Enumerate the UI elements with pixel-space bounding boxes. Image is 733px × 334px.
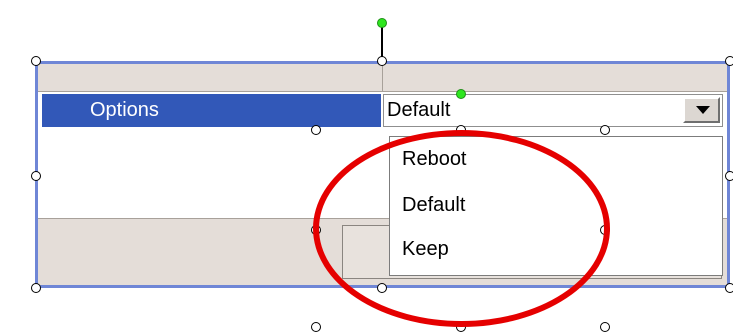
inner-handle-bottom-left[interactable] <box>311 322 321 332</box>
rotation-handle[interactable] <box>377 18 387 28</box>
grid-header-divider <box>382 64 383 92</box>
inner-handle-bottom-right[interactable] <box>600 322 610 332</box>
inner-handle-top-left[interactable] <box>311 125 321 135</box>
resize-handle-right[interactable] <box>725 171 733 181</box>
options-value-combobox[interactable]: Default <box>383 94 723 127</box>
resize-handle-bottom-right[interactable] <box>725 283 733 293</box>
resize-handle-left[interactable] <box>31 171 41 181</box>
resize-handle-top[interactable] <box>377 56 387 66</box>
resize-handle-top-right[interactable] <box>725 56 733 66</box>
resize-handle-top-left[interactable] <box>31 56 41 66</box>
combobox-selected-value: Default <box>387 99 451 121</box>
red-highlight-ellipse <box>313 130 610 327</box>
chevron-down-icon <box>696 106 710 114</box>
dropdown-button[interactable] <box>683 97 720 123</box>
adjust-handle[interactable] <box>456 89 466 99</box>
options-label-cell[interactable]: Options <box>42 94 381 127</box>
resize-handle-bottom-left[interactable] <box>31 283 41 293</box>
inner-handle-top-right[interactable] <box>600 125 610 135</box>
